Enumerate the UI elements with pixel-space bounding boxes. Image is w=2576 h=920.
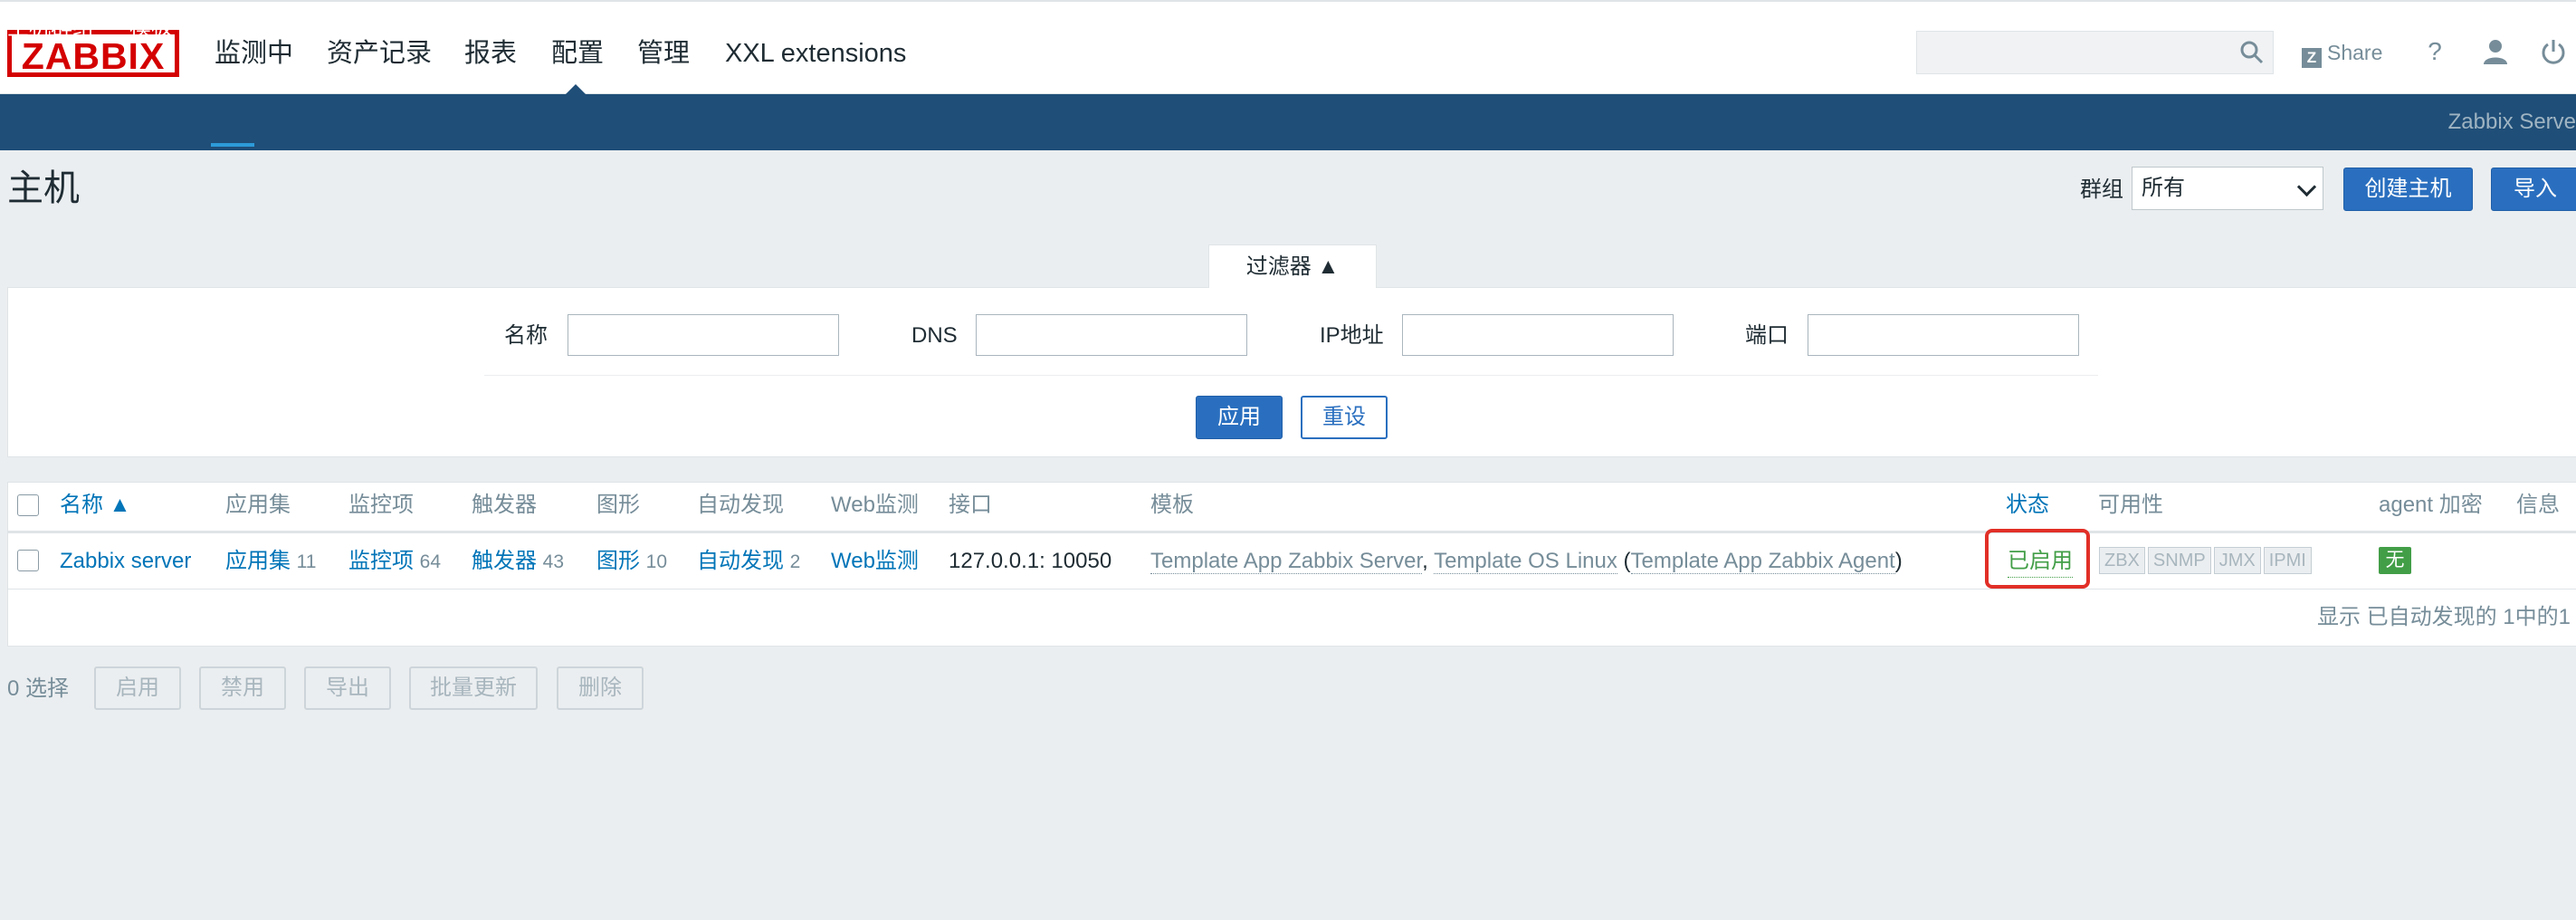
- server-name: Zabbix Server: [2447, 110, 2576, 134]
- header-graphs: 图形: [596, 493, 640, 517]
- select-all-checkbox[interactable]: [17, 494, 39, 516]
- discovery-count: 2: [789, 551, 801, 572]
- filter-toggle-tab[interactable]: 过滤器 ▲: [1208, 244, 1377, 288]
- header-encryption: agent 加密: [2379, 493, 2483, 517]
- template-link[interactable]: Template App Zabbix Server: [1150, 549, 1423, 574]
- items-count: 64: [419, 551, 442, 572]
- submenu-templates[interactable]: 模板: [129, 0, 173, 56]
- applications-link[interactable]: 应用集: [225, 549, 291, 573]
- disable-button[interactable]: 禁用: [199, 666, 286, 710]
- group-select[interactable]: 所有: [2132, 167, 2323, 210]
- page-title: 主机: [7, 168, 80, 208]
- header-availability: 可用性: [2098, 493, 2163, 517]
- discovery-link[interactable]: 自动发现: [697, 549, 784, 573]
- template-link[interactable]: Template App Zabbix Agent: [1630, 549, 1895, 574]
- share-label: Share: [2327, 41, 2383, 64]
- encryption-badge: 无: [2379, 547, 2411, 574]
- filter-ip-label: IP地址: [1320, 323, 1384, 348]
- filter-ip-input[interactable]: [1402, 314, 1674, 356]
- user-profile-icon[interactable]: [2482, 38, 2509, 65]
- triggers-cell: 触发器 43: [472, 543, 564, 580]
- submenu-event-correlation[interactable]: 关联项事件: [449, 0, 558, 56]
- zabbix-share-icon: Z: [2302, 48, 2322, 68]
- header-applications: 应用集: [225, 493, 291, 517]
- filter-name-label: 名称: [504, 323, 548, 348]
- submenu-actions[interactable]: 动作: [368, 0, 412, 56]
- header-interface: 接口: [949, 493, 992, 517]
- row-checkbox[interactable]: [17, 550, 39, 571]
- filter-dns-input[interactable]: [976, 314, 1247, 356]
- web-monitoring-link[interactable]: Web监测: [831, 543, 919, 580]
- share-button[interactable]: Z Share: [2302, 36, 2382, 69]
- search-icon[interactable]: [2239, 40, 2265, 65]
- submenu-hosts[interactable]: 主机: [211, 0, 254, 56]
- interface-value: 127.0.0.1: 10050: [949, 549, 1112, 573]
- availability-jmx: JMX: [2213, 547, 2261, 574]
- templates-cell: Template App Zabbix Server, Template OS …: [1150, 549, 1903, 574]
- chevron-down-icon: [2296, 177, 2317, 197]
- graphs-link[interactable]: 图形: [596, 549, 640, 573]
- filter-port-input[interactable]: [1808, 314, 2079, 356]
- sign-out-icon[interactable]: [2540, 38, 2567, 65]
- filter-divider: [484, 375, 2098, 376]
- import-button[interactable]: 导入: [2491, 168, 2576, 211]
- graphs-cell: 图形 10: [596, 543, 667, 580]
- enable-button[interactable]: 启用: [94, 666, 181, 710]
- submenu-discovery[interactable]: 自动发现: [594, 0, 681, 56]
- graphs-count: 10: [645, 551, 668, 572]
- filter-panel: [7, 287, 2576, 457]
- export-button[interactable]: 导出: [304, 666, 391, 710]
- items-cell: 监控项 64: [348, 543, 441, 580]
- help-icon[interactable]: ?: [2421, 34, 2448, 70]
- create-host-button[interactable]: 创建主机: [2343, 168, 2473, 211]
- triggers-count: 43: [542, 551, 565, 572]
- delete-button[interactable]: 删除: [557, 666, 644, 710]
- submenu-it-services[interactable]: IT服务: [717, 0, 779, 56]
- selected-count: 0 选择: [7, 676, 70, 701]
- filter-port-label: 端口: [1745, 323, 1789, 348]
- header-discovery: 自动发现: [697, 493, 784, 517]
- group-label: 群组: [2080, 177, 2123, 202]
- applications-count: 11: [296, 551, 317, 572]
- availability-snmp: SNMP: [2147, 547, 2211, 574]
- items-link[interactable]: 监控项: [348, 549, 414, 573]
- template-link[interactable]: Template OS Linux: [1434, 549, 1617, 574]
- search-input[interactable]: [1916, 31, 2274, 74]
- header-info: 信息: [2516, 493, 2560, 517]
- apply-filter-button[interactable]: 应用: [1196, 396, 1283, 439]
- submenu-host-groups[interactable]: 主机群组: [7, 0, 94, 56]
- sub-navigation: [0, 94, 2576, 150]
- header-templates: 模板: [1150, 493, 1194, 517]
- table-footer-count: 显示 已自动发现的 1中的1: [2316, 605, 2571, 629]
- header-web: Web监测: [831, 493, 919, 517]
- triggers-link[interactable]: 触发器: [472, 549, 537, 573]
- header-status-sortable[interactable]: 状态: [2006, 487, 2049, 523]
- discovery-cell: 自动发现 2: [697, 543, 800, 580]
- filter-name-input[interactable]: [568, 314, 839, 356]
- availability-badges: ZBX SNMP JMX IPMI: [2099, 547, 2314, 574]
- filter-dns-label: DNS: [911, 323, 958, 348]
- header-items: 监控项: [348, 493, 414, 517]
- availability-ipmi: IPMI: [2263, 547, 2312, 574]
- host-name-link[interactable]: Zabbix server: [60, 543, 191, 580]
- header-divider: [7, 531, 2576, 533]
- active-submenu-indicator: [211, 143, 254, 147]
- availability-zbx: ZBX: [2099, 547, 2145, 574]
- mass-update-button[interactable]: 批量更新: [409, 666, 538, 710]
- header-name-sortable[interactable]: 名称 ▲: [60, 487, 130, 523]
- header-triggers: 触发器: [472, 493, 537, 517]
- submenu-maintenance[interactable]: 维护: [290, 0, 333, 56]
- status-highlight-box: [1985, 529, 2090, 589]
- group-select-value: 所有: [2142, 176, 2185, 200]
- reset-filter-button[interactable]: 重设: [1301, 396, 1388, 439]
- applications-cell: 应用集 11: [225, 543, 316, 580]
